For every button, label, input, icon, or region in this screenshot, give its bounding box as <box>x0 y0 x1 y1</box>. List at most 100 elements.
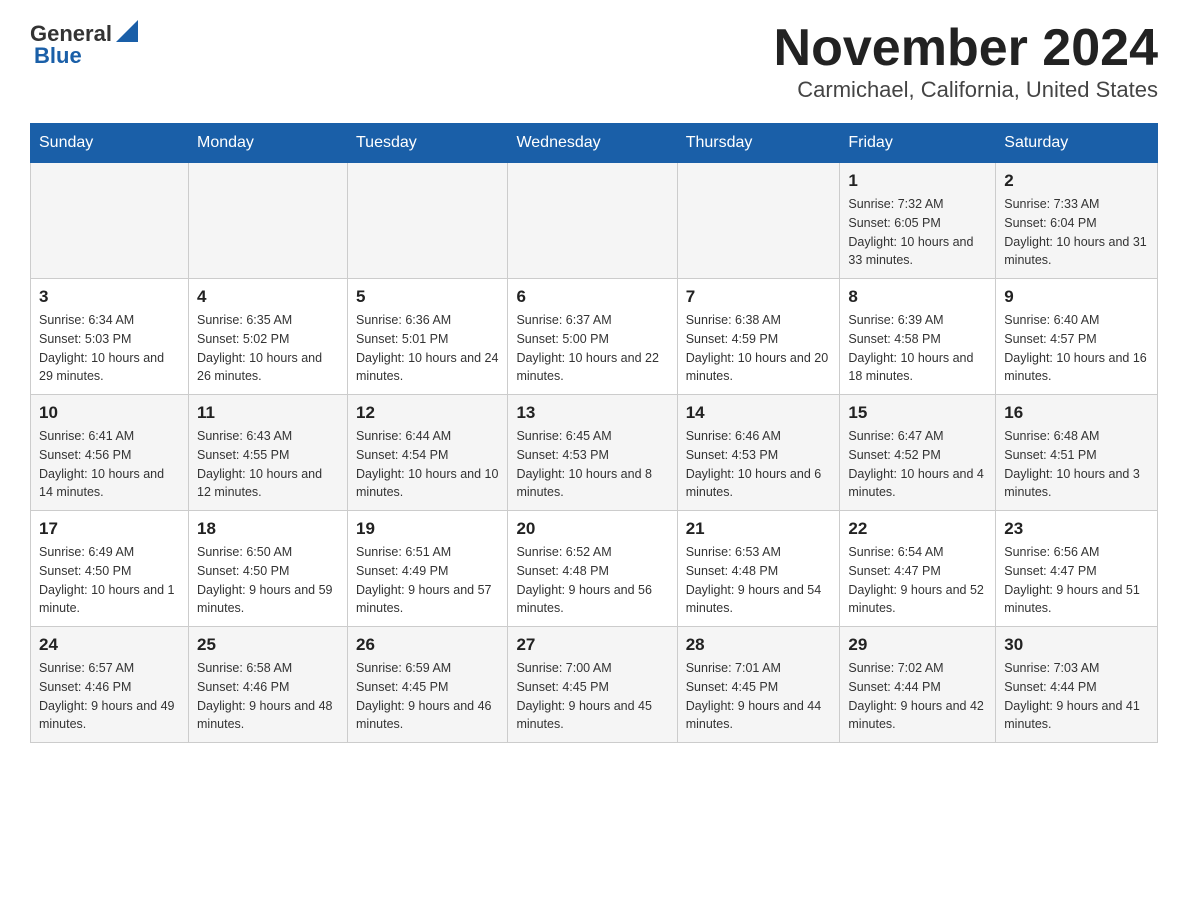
day-info: Sunrise: 6:37 AM Sunset: 5:00 PM Dayligh… <box>516 311 668 386</box>
calendar-cell: 2 Sunrise: 7:33 AM Sunset: 6:04 PM Daylig… <box>996 163 1158 279</box>
day-info: Sunrise: 6:54 AM Sunset: 4:47 PM Dayligh… <box>848 543 987 618</box>
calendar-cell: 29 Sunrise: 7:02 AM Sunset: 4:44 PM Dayli… <box>840 627 996 743</box>
calendar-cell: 4Sunrise: 6:35 AM Sunset: 5:02 PM Daylig… <box>189 279 348 395</box>
day-info: Sunrise: 6:59 AM Sunset: 4:45 PM Dayligh… <box>356 659 499 734</box>
column-header-sunday: Sunday <box>31 124 189 163</box>
day-number: 26 <box>356 635 499 655</box>
day-info: Sunrise: 6:52 AM Sunset: 4:48 PM Dayligh… <box>516 543 668 618</box>
day-number: 13 <box>516 403 668 423</box>
header-area: General Blue November 2024 Carmichael, C… <box>30 20 1158 103</box>
day-number: 12 <box>356 403 499 423</box>
calendar-table: SundayMondayTuesdayWednesdayThursdayFrid… <box>30 123 1158 743</box>
day-number: 21 <box>686 519 832 539</box>
calendar-cell: 7Sunrise: 6:38 AM Sunset: 4:59 PM Daylig… <box>677 279 840 395</box>
day-info: Sunrise: 6:57 AM Sunset: 4:46 PM Dayligh… <box>39 659 180 734</box>
day-number: 8 <box>848 287 987 307</box>
day-number: 1 <box>848 171 987 191</box>
day-info: Sunrise: 6:46 AM Sunset: 4:53 PM Dayligh… <box>686 427 832 502</box>
calendar-cell: 1 Sunrise: 7:32 AM Sunset: 6:05 PM Daylig… <box>840 163 996 279</box>
calendar-week-row: 1 Sunrise: 7:32 AM Sunset: 6:05 PM Daylig… <box>31 163 1158 279</box>
column-header-saturday: Saturday <box>996 124 1158 163</box>
calendar-week-row: 10 Sunrise: 6:41 AM Sunset: 4:56 PM Dayli… <box>31 395 1158 511</box>
day-info: Sunrise: 6:48 AM Sunset: 4:51 PM Dayligh… <box>1004 427 1149 502</box>
day-number: 29 <box>848 635 987 655</box>
day-number: 10 <box>39 403 180 423</box>
calendar-cell: 23 Sunrise: 6:56 AM Sunset: 4:47 PM Dayli… <box>996 511 1158 627</box>
day-number: 30 <box>1004 635 1149 655</box>
day-number: 24 <box>39 635 180 655</box>
day-info: Sunrise: 6:34 AM Sunset: 5:03 PM Dayligh… <box>39 311 180 386</box>
calendar-cell: 13 Sunrise: 6:45 AM Sunset: 4:53 PM Dayli… <box>508 395 677 511</box>
calendar-cell: 30 Sunrise: 7:03 AM Sunset: 4:44 PM Dayli… <box>996 627 1158 743</box>
calendar-cell: 12 Sunrise: 6:44 AM Sunset: 4:54 PM Dayli… <box>348 395 508 511</box>
calendar-cell: 10 Sunrise: 6:41 AM Sunset: 4:56 PM Dayli… <box>31 395 189 511</box>
day-number: 14 <box>686 403 832 423</box>
calendar-cell: 15Sunrise: 6:47 AM Sunset: 4:52 PM Dayli… <box>840 395 996 511</box>
calendar-cell <box>189 163 348 279</box>
day-number: 22 <box>848 519 987 539</box>
day-info: Sunrise: 6:58 AM Sunset: 4:46 PM Dayligh… <box>197 659 339 734</box>
calendar-cell: 8 Sunrise: 6:39 AM Sunset: 4:58 PM Daylig… <box>840 279 996 395</box>
calendar-cell: 6 Sunrise: 6:37 AM Sunset: 5:00 PM Daylig… <box>508 279 677 395</box>
calendar-cell: 3 Sunrise: 6:34 AM Sunset: 5:03 PM Daylig… <box>31 279 189 395</box>
day-number: 2 <box>1004 171 1149 191</box>
day-number: 15 <box>848 403 987 423</box>
calendar-week-row: 3 Sunrise: 6:34 AM Sunset: 5:03 PM Daylig… <box>31 279 1158 395</box>
day-number: 6 <box>516 287 668 307</box>
calendar-cell <box>677 163 840 279</box>
calendar-cell: 22 Sunrise: 6:54 AM Sunset: 4:47 PM Dayli… <box>840 511 996 627</box>
day-number: 25 <box>197 635 339 655</box>
day-info: Sunrise: 7:00 AM Sunset: 4:45 PM Dayligh… <box>516 659 668 734</box>
day-info: Sunrise: 7:02 AM Sunset: 4:44 PM Dayligh… <box>848 659 987 734</box>
day-number: 17 <box>39 519 180 539</box>
day-number: 19 <box>356 519 499 539</box>
calendar-cell: 19 Sunrise: 6:51 AM Sunset: 4:49 PM Dayli… <box>348 511 508 627</box>
calendar-cell: 11 Sunrise: 6:43 AM Sunset: 4:55 PM Dayli… <box>189 395 348 511</box>
day-number: 3 <box>39 287 180 307</box>
day-number: 27 <box>516 635 668 655</box>
calendar-cell: 16 Sunrise: 6:48 AM Sunset: 4:51 PM Dayli… <box>996 395 1158 511</box>
page-subtitle: Carmichael, California, United States <box>774 77 1158 103</box>
day-info: Sunrise: 7:01 AM Sunset: 4:45 PM Dayligh… <box>686 659 832 734</box>
calendar-cell: 28 Sunrise: 7:01 AM Sunset: 4:45 PM Dayli… <box>677 627 840 743</box>
calendar-cell: 27 Sunrise: 7:00 AM Sunset: 4:45 PM Dayli… <box>508 627 677 743</box>
day-info: Sunrise: 6:43 AM Sunset: 4:55 PM Dayligh… <box>197 427 339 502</box>
day-info: Sunrise: 6:51 AM Sunset: 4:49 PM Dayligh… <box>356 543 499 618</box>
logo-triangle-icon <box>116 20 138 42</box>
day-info: Sunrise: 7:32 AM Sunset: 6:05 PM Dayligh… <box>848 195 987 270</box>
day-number: 20 <box>516 519 668 539</box>
day-info: Sunrise: 6:45 AM Sunset: 4:53 PM Dayligh… <box>516 427 668 502</box>
calendar-cell: 21 Sunrise: 6:53 AM Sunset: 4:48 PM Dayli… <box>677 511 840 627</box>
title-block: November 2024 Carmichael, California, Un… <box>774 20 1158 103</box>
column-header-tuesday: Tuesday <box>348 124 508 163</box>
day-number: 28 <box>686 635 832 655</box>
calendar-cell: 26 Sunrise: 6:59 AM Sunset: 4:45 PM Dayli… <box>348 627 508 743</box>
calendar-cell: 5Sunrise: 6:36 AM Sunset: 5:01 PM Daylig… <box>348 279 508 395</box>
day-info: Sunrise: 6:41 AM Sunset: 4:56 PM Dayligh… <box>39 427 180 502</box>
day-number: 23 <box>1004 519 1149 539</box>
logo-blue: Blue <box>34 43 82 69</box>
calendar-cell: 9Sunrise: 6:40 AM Sunset: 4:57 PM Daylig… <box>996 279 1158 395</box>
day-number: 5 <box>356 287 499 307</box>
day-number: 11 <box>197 403 339 423</box>
calendar-cell <box>508 163 677 279</box>
calendar-cell: 18Sunrise: 6:50 AM Sunset: 4:50 PM Dayli… <box>189 511 348 627</box>
calendar-header-row: SundayMondayTuesdayWednesdayThursdayFrid… <box>31 124 1158 163</box>
day-info: Sunrise: 6:56 AM Sunset: 4:47 PM Dayligh… <box>1004 543 1149 618</box>
day-info: Sunrise: 6:39 AM Sunset: 4:58 PM Dayligh… <box>848 311 987 386</box>
calendar-cell <box>31 163 189 279</box>
day-info: Sunrise: 6:49 AM Sunset: 4:50 PM Dayligh… <box>39 543 180 618</box>
day-info: Sunrise: 6:53 AM Sunset: 4:48 PM Dayligh… <box>686 543 832 618</box>
day-info: Sunrise: 7:33 AM Sunset: 6:04 PM Dayligh… <box>1004 195 1149 270</box>
day-info: Sunrise: 6:50 AM Sunset: 4:50 PM Dayligh… <box>197 543 339 618</box>
day-info: Sunrise: 6:40 AM Sunset: 4:57 PM Dayligh… <box>1004 311 1149 386</box>
day-info: Sunrise: 7:03 AM Sunset: 4:44 PM Dayligh… <box>1004 659 1149 734</box>
column-header-monday: Monday <box>189 124 348 163</box>
day-number: 16 <box>1004 403 1149 423</box>
calendar-cell: 14 Sunrise: 6:46 AM Sunset: 4:53 PM Dayli… <box>677 395 840 511</box>
calendar-week-row: 17 Sunrise: 6:49 AM Sunset: 4:50 PM Dayli… <box>31 511 1158 627</box>
day-info: Sunrise: 6:44 AM Sunset: 4:54 PM Dayligh… <box>356 427 499 502</box>
day-number: 4 <box>197 287 339 307</box>
logo: General Blue <box>30 20 138 69</box>
column-header-friday: Friday <box>840 124 996 163</box>
